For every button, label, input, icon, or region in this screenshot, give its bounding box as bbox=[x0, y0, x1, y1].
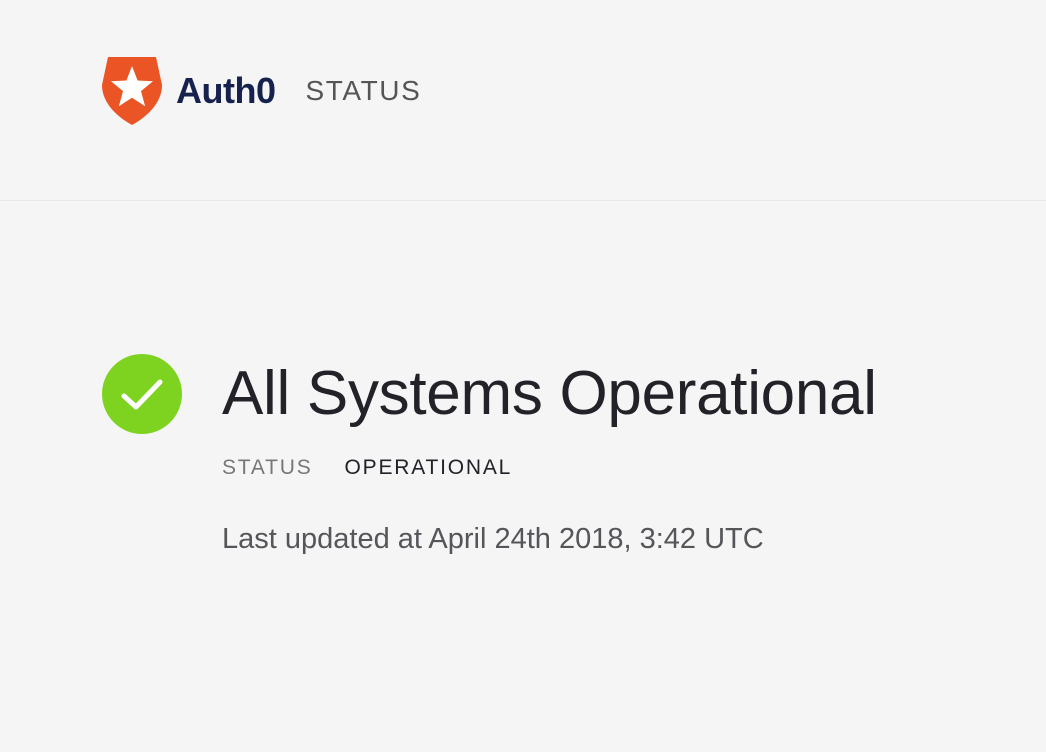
status-key: STATUS bbox=[222, 456, 313, 479]
status-value: OPERATIONAL bbox=[344, 456, 513, 479]
auth0-shield-logo-icon bbox=[102, 57, 162, 125]
status-text: All Systems Operational STATUS OPERATION… bbox=[222, 358, 1002, 556]
brand-wordmark: Auth0 bbox=[176, 70, 276, 111]
header-section-label: STATUS bbox=[305, 75, 422, 106]
brand[interactable]: Auth0 STATUS bbox=[102, 57, 421, 125]
site-header: Auth0 STATUS bbox=[0, 0, 1046, 201]
status-headline: All Systems Operational bbox=[222, 359, 877, 428]
status-row: STATUS OPERATIONAL bbox=[222, 456, 1002, 480]
last-updated-timestamp: Last updated at April 24th 2018, 3:42 UT… bbox=[222, 523, 764, 555]
checkmark-icon bbox=[121, 379, 163, 410]
status-indicator bbox=[102, 354, 182, 434]
